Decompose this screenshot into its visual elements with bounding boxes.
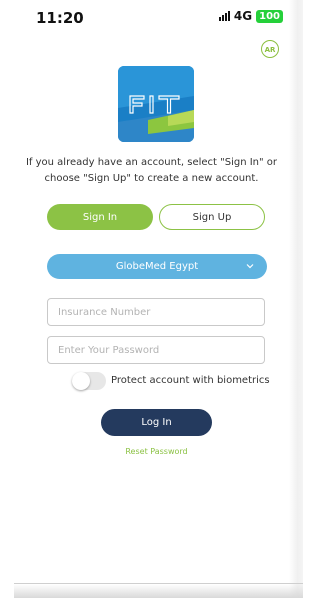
password-input[interactable]: Enter Your Password xyxy=(47,336,265,364)
network-type: 4G xyxy=(233,9,253,23)
language-toggle-button[interactable]: AR xyxy=(261,40,279,58)
log-in-button[interactable]: Log In xyxy=(101,409,212,436)
login-screen: 11:20 4G 100 AR If you already have an a… xyxy=(0,0,303,598)
sign-in-tab[interactable]: Sign In xyxy=(47,204,153,230)
reset-password-link[interactable]: Reset Password xyxy=(0,447,303,456)
intro-text: If you already have an account, select "… xyxy=(25,157,278,184)
status-indicators: 4G 100 xyxy=(218,9,283,23)
screen-edge xyxy=(289,0,303,598)
chevron-down-icon xyxy=(246,264,254,269)
toggle-knob xyxy=(72,372,90,390)
provider-select[interactable]: GlobeMed Egypt xyxy=(47,254,267,279)
signal-icon xyxy=(218,11,230,21)
fit-logo-icon xyxy=(118,66,194,142)
provider-select-value: GlobeMed Egypt xyxy=(115,261,199,272)
insurance-number-input[interactable]: Insurance Number xyxy=(47,298,265,326)
screen-bottom-edge xyxy=(14,583,303,598)
biometrics-label: Protect account with biometrics xyxy=(111,375,270,386)
biometrics-toggle[interactable] xyxy=(72,372,106,390)
app-logo xyxy=(118,66,194,142)
sign-up-tab[interactable]: Sign Up xyxy=(159,204,265,230)
status-time: 11:20 xyxy=(36,9,84,27)
battery-icon: 100 xyxy=(256,9,283,23)
